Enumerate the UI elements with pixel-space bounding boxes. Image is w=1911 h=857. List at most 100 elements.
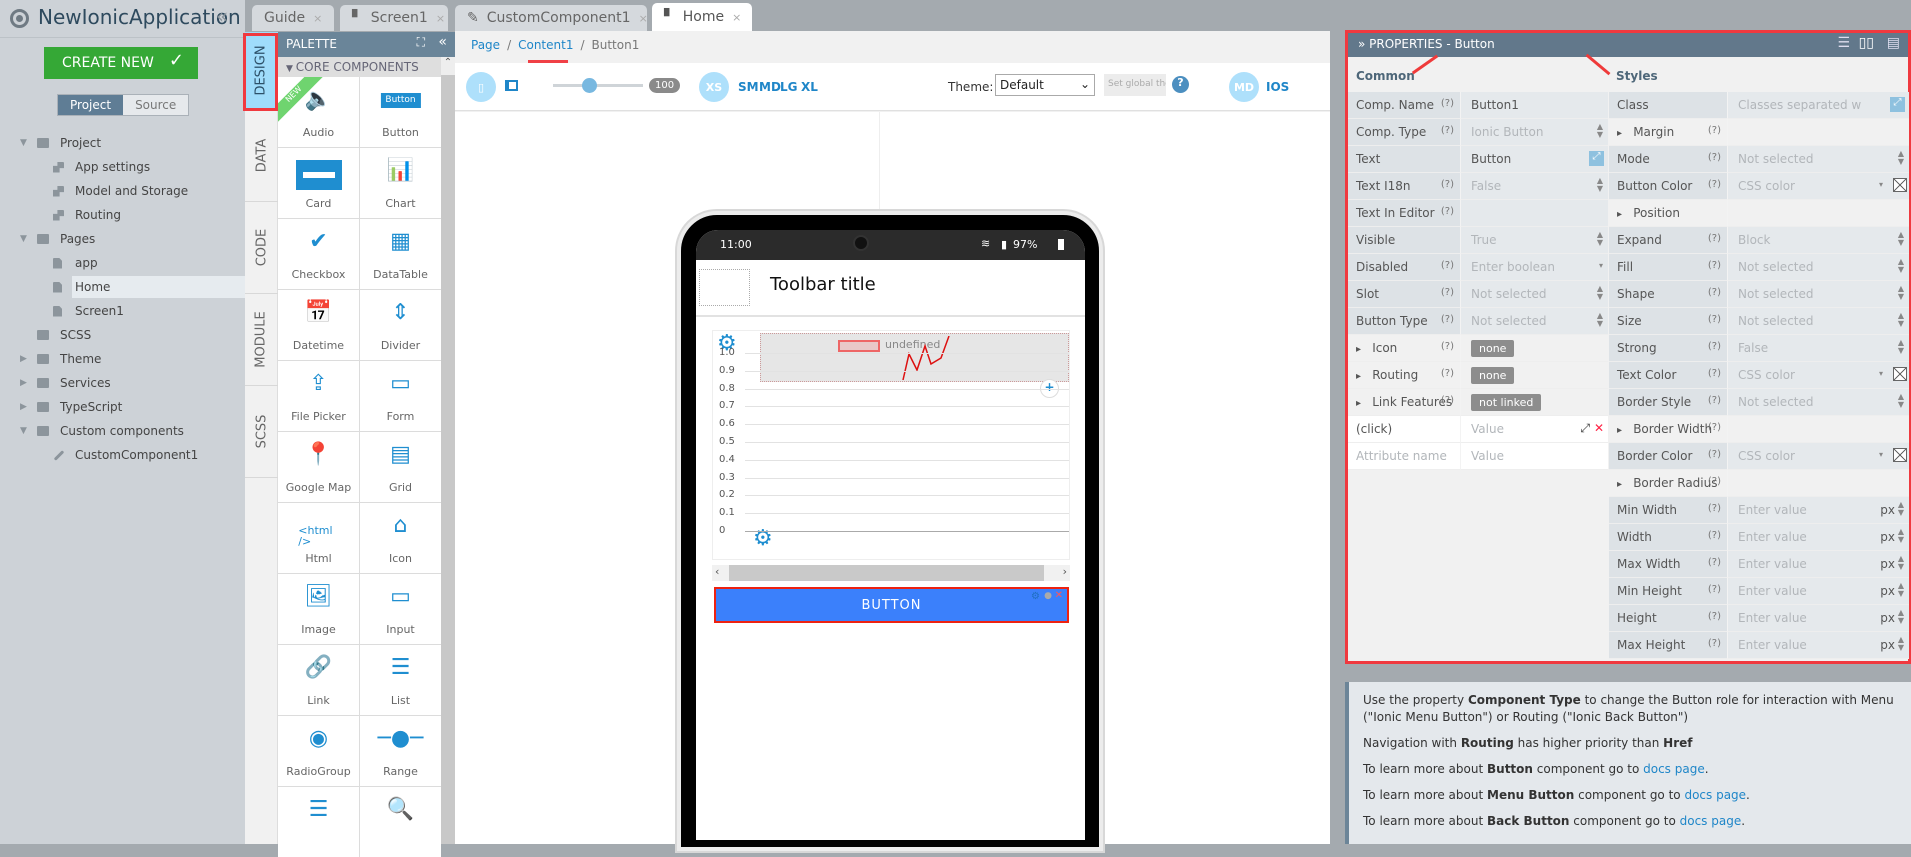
caret-right-icon[interactable]: ▸	[1617, 425, 1625, 436]
horizontal-scrollbar[interactable]: ‹ ›	[712, 565, 1070, 581]
help-icon[interactable]: (?)	[1708, 179, 1721, 190]
theme-select[interactable]: Default ⌄	[995, 74, 1095, 96]
zoom-slider[interactable]	[553, 78, 643, 93]
selected-ion-button[interactable]: BUTTON ⚙ ● ✕	[714, 587, 1069, 623]
prop-value[interactable]: Value	[1460, 443, 1608, 470]
prop-value[interactable]: Not selected ▲ ▼	[1727, 389, 1909, 416]
docs-link[interactable]: docs page	[1680, 814, 1742, 828]
ion-toolbar[interactable]: Toolbar title	[696, 260, 1085, 317]
help-icon[interactable]: (?)	[1708, 503, 1721, 514]
palette-item-card[interactable]: Card	[278, 148, 359, 218]
layout-rows-icon[interactable]: ☰	[1837, 35, 1850, 51]
prop-value[interactable]: Not selected ▲ ▼	[1460, 281, 1608, 308]
tab-screen1[interactable]: ▘ Screen1 ×	[340, 5, 448, 31]
palette-item-datatable[interactable]: ▦ DataTable	[360, 219, 441, 289]
spinner-icon[interactable]: ▲ ▼	[1597, 312, 1603, 328]
prop-value[interactable]: Enter value px ▲ ▼	[1727, 578, 1909, 605]
close-tab-icon[interactable]: ×	[639, 12, 648, 25]
tree-item-services[interactable]: ▶ Services	[0, 372, 245, 394]
spinner-icon[interactable]: ▲ ▼	[1898, 501, 1904, 517]
help-icon[interactable]: (?)	[1441, 314, 1454, 325]
prop-value[interactable]: Not selected ▲ ▼	[1727, 254, 1909, 281]
prop-value[interactable]: Enter value px ▲ ▼	[1727, 605, 1909, 632]
color-swatch-icon[interactable]	[1893, 178, 1907, 192]
caret-right-icon[interactable]: ▶	[20, 402, 27, 412]
toggle-source[interactable]: Source	[123, 95, 189, 115]
palette-item-list[interactable]: ☰ List	[360, 645, 441, 715]
palette-item-form[interactable]: ▭ Form	[360, 361, 441, 431]
close-tab-icon[interactable]: ×	[436, 12, 445, 25]
tree-item-theme[interactable]: ▶ Theme	[0, 348, 245, 370]
help-icon[interactable]: (?)	[1441, 287, 1454, 298]
tree-item-app-settings[interactable]: App settings	[0, 156, 245, 178]
prop-value[interactable]: False ▲ ▼	[1460, 173, 1608, 200]
prop-value[interactable]: none	[1460, 362, 1608, 389]
prop-value[interactable]: Value ⤢ ✕	[1460, 416, 1608, 443]
help-icon[interactable]: (?)	[1708, 476, 1721, 487]
tab-customcomponent1[interactable]: ✎ CustomComponent1 ×	[455, 5, 648, 31]
prop-value[interactable]: not linked	[1460, 389, 1608, 416]
tree-item-model-and-storage[interactable]: Model and Storage	[0, 180, 245, 202]
settings-icon[interactable]: ⚙	[1031, 591, 1041, 602]
spinner-icon[interactable]: ▲ ▼	[1597, 231, 1603, 247]
palette-item-icon[interactable]: ⌂ Icon	[360, 503, 441, 573]
spinner-icon[interactable]: ▲ ▼	[1898, 528, 1904, 544]
fullscreen-icon[interactable]: ⛶	[417, 35, 425, 50]
tab-home[interactable]: ▘ Home ×	[652, 3, 752, 31]
caret-down-icon[interactable]: ▼	[20, 234, 27, 244]
prop-value[interactable]: Enter boolean ▾	[1460, 254, 1608, 281]
tree-item-routing[interactable]: Routing	[0, 204, 245, 226]
spinner-icon[interactable]: ▲ ▼	[1898, 339, 1904, 355]
caret-right-icon[interactable]: ▸	[1617, 479, 1625, 490]
collapse-sidebar-icon[interactable]: «	[216, 4, 228, 28]
prop-value[interactable]: Not selected ▲ ▼	[1727, 308, 1909, 335]
help-icon[interactable]: (?)	[1441, 395, 1454, 406]
prop-value[interactable]: Not selected ▲ ▼	[1727, 281, 1909, 308]
caret-right-icon[interactable]: ▸	[1356, 344, 1364, 355]
device-rotate-icon[interactable]	[505, 80, 518, 91]
prop-value[interactable]: none	[1460, 335, 1608, 362]
prop-value[interactable]: Enter value px ▲ ▼	[1727, 524, 1909, 551]
dropdown-icon[interactable]: ▾	[1599, 262, 1603, 270]
vtab-code[interactable]: CODE	[245, 202, 278, 294]
palette-item-image[interactable]: 🖼 Image	[278, 574, 359, 644]
spinner-icon[interactable]: ▲ ▼	[1597, 285, 1603, 301]
prop-badge[interactable]: none	[1471, 367, 1515, 384]
tree-item-project[interactable]: ▼ Project	[0, 132, 245, 154]
breadcrumb-button1[interactable]: Button1	[592, 38, 640, 52]
palette-item-range[interactable]: ─●─ Range	[360, 716, 441, 786]
help-icon[interactable]: ?	[1172, 76, 1189, 93]
docs-link[interactable]: docs page	[1684, 788, 1746, 802]
mode-md[interactable]: MD	[1229, 72, 1259, 102]
spinner-icon[interactable]: ▲ ▼	[1898, 609, 1904, 625]
palette-item-google-map[interactable]: 📍 Google Map	[278, 432, 359, 502]
prop-value[interactable]: Not selected ▲ ▼	[1727, 146, 1909, 173]
caret-right-icon[interactable]: ▸	[1617, 209, 1625, 220]
tab-guide[interactable]: Guide ×	[252, 5, 334, 31]
prop-value[interactable]: Classes separated w ⤢	[1727, 92, 1909, 119]
caret-right-icon[interactable]: ▸	[1356, 398, 1364, 409]
palette-item-input[interactable]: ▭ Input	[360, 574, 441, 644]
help-icon[interactable]: (?)	[1708, 530, 1721, 541]
help-icon[interactable]: (?)	[1708, 125, 1721, 136]
tree-item-custom-components[interactable]: ▼ Custom components	[0, 420, 245, 442]
prop-value[interactable]: True ▲ ▼	[1460, 227, 1608, 254]
spinner-icon[interactable]: ▲ ▼	[1898, 555, 1904, 571]
palette-item-link[interactable]: 🔗 Link	[278, 645, 359, 715]
palette-item-chart[interactable]: 📊 Chart	[360, 148, 441, 218]
help-icon[interactable]: (?)	[1708, 422, 1721, 433]
help-icon[interactable]: (?)	[1441, 206, 1454, 217]
help-icon[interactable]: (?)	[1441, 368, 1454, 379]
caret-down-icon[interactable]: ▼	[20, 138, 27, 148]
palette-item-grid[interactable]: ▤ Grid	[360, 432, 441, 502]
collapse-palette-icon[interactable]: «	[438, 34, 447, 50]
zoom-slider-handle[interactable]	[582, 78, 597, 93]
breakpoint-lg[interactable]: LG	[780, 80, 798, 94]
scrollbar-thumb[interactable]	[729, 565, 1044, 581]
scroll-up-icon[interactable]: ⌃	[441, 57, 455, 75]
spinner-icon[interactable]: ▲ ▼	[1898, 393, 1904, 409]
tree-item-customcomponent1[interactable]: CustomComponent1	[0, 444, 245, 466]
breadcrumb-content1[interactable]: Content1	[518, 38, 573, 52]
delete-icon[interactable]: ✕	[1055, 590, 1064, 601]
help-icon[interactable]: (?)	[1708, 638, 1721, 649]
